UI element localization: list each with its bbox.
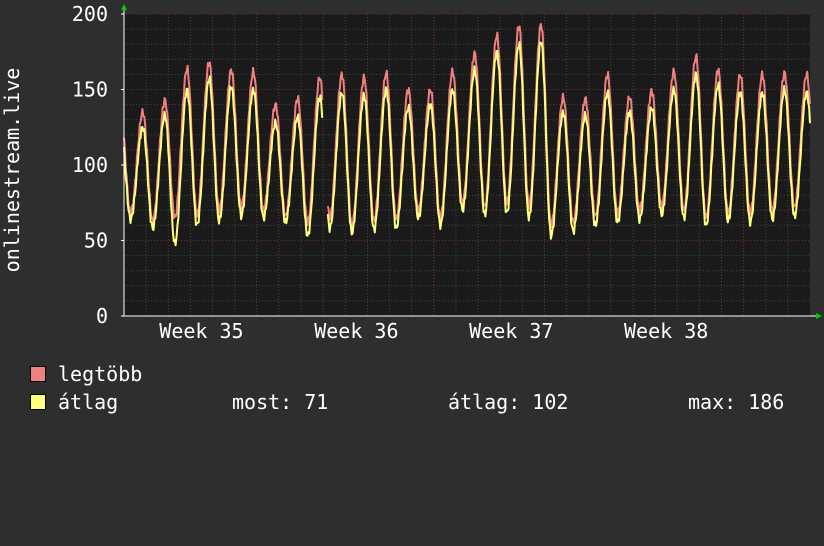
stat-maximum: max: 186 [688, 390, 785, 414]
legend-label-avg: átlag [58, 390, 119, 414]
stat-now: most: 71 [232, 390, 329, 414]
legend-item-max: legtöbb [30, 363, 142, 385]
y-tick-label: 100 [72, 153, 108, 177]
graph-panel: 0 50 100 150 200 Week 35 Week 36 Week 37 Week 38… [0, 0, 824, 430]
y-tick-label: 200 [72, 2, 108, 26]
x-tick-label: Week 35 [159, 319, 243, 343]
legend-swatch-max [30, 366, 46, 382]
legend-label-max: legtöbb [58, 362, 143, 386]
legend-swatch-avg [30, 394, 46, 410]
x-axis-arrow [816, 313, 822, 319]
stat-average: átlag: 102 [448, 390, 569, 414]
x-tick-label: Week 37 [469, 319, 553, 343]
y-tick-label: 150 [72, 78, 108, 102]
x-tick-label: Week 36 [314, 319, 398, 343]
y-tick-label: 50 [84, 229, 108, 253]
y-axis-label: onlinestream.live [0, 68, 24, 273]
legend-item-avg: átlag most: 71 átlag: 102 max: 186 [30, 391, 820, 413]
y-axis-arrow [121, 4, 127, 10]
x-tick-label: Week 38 [624, 319, 708, 343]
y-tick-label: 0 [96, 304, 108, 328]
